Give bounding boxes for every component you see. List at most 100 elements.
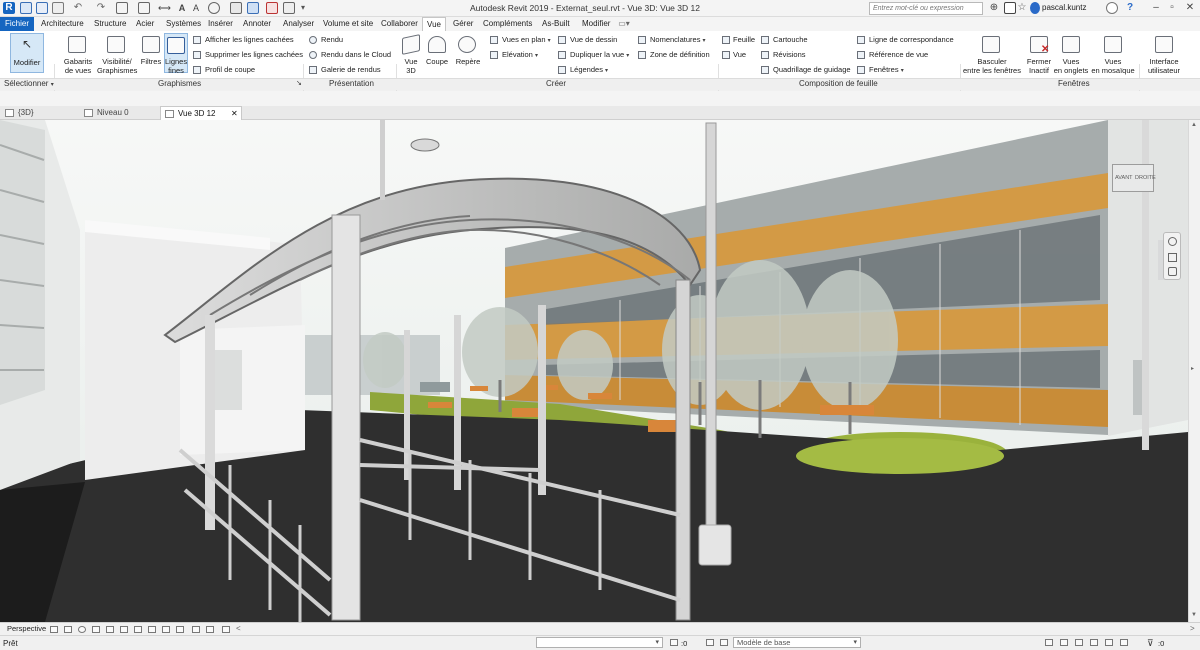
print-icon[interactable] <box>116 2 128 14</box>
rendu[interactable]: Rendu <box>321 35 343 44</box>
plan-views-icon[interactable] <box>490 36 498 44</box>
worksharing-icon[interactable] <box>206 626 214 633</box>
tab-annoter[interactable]: Annoter <box>243 17 271 31</box>
view-tab-vue-3d-12[interactable]: Vue 3D 12 ✕ <box>160 106 242 120</box>
coupe-label[interactable]: Coupe <box>424 57 450 66</box>
vue-3d-label[interactable]: Vue 3D <box>400 57 422 75</box>
render-gallery-icon[interactable] <box>309 66 317 74</box>
editable-icon[interactable] <box>670 639 678 646</box>
view-templates-icon[interactable] <box>68 36 86 53</box>
quadrillage-de-guidage[interactable]: Quadrillage de guidage <box>773 65 851 74</box>
vue[interactable]: Vue <box>733 50 746 59</box>
composition-panel[interactable]: Composition de feuille <box>799 79 878 88</box>
viewcube-front[interactable]: AVANT <box>1115 175 1133 181</box>
design-option-dropdown[interactable]: Modèle de base ▾ <box>733 637 861 648</box>
viewcube-right[interactable]: DROITE <box>1135 175 1156 181</box>
nomenclatures[interactable]: Nomenclatures ▾ <box>650 35 706 46</box>
temporary-hide-icon[interactable] <box>162 626 170 633</box>
fenetres-dropdown[interactable]: Fenêtres ▾ <box>869 65 904 76</box>
active-option-icon[interactable] <box>720 639 728 646</box>
zoom-icon[interactable] <box>1168 253 1177 262</box>
revisions[interactable]: Révisions <box>773 50 806 59</box>
tab-as-built[interactable]: As-Built <box>542 17 570 31</box>
drafting-view-icon[interactable] <box>558 36 566 44</box>
render-dialog-icon[interactable] <box>106 626 114 633</box>
thin-lines-icon[interactable] <box>247 2 259 14</box>
view-reference-icon[interactable] <box>857 51 865 59</box>
tab-gerer[interactable]: Gérer <box>453 17 473 31</box>
section-icon[interactable] <box>230 2 242 14</box>
vertical-scrollbar[interactable]: ▲ ▸ ▼ <box>1188 120 1200 622</box>
basculer-label[interactable]: Basculer entre les fenêtres <box>962 57 1022 75</box>
vues-en-plan[interactable]: Vues en plan ▾ <box>502 35 551 46</box>
view-tab-3d[interactable]: {3D} <box>1 106 65 120</box>
reveal-hidden-icon[interactable] <box>176 626 184 633</box>
3d-viewport[interactable]: AVANT DROITE <box>0 120 1188 622</box>
orbit-icon[interactable] <box>1168 267 1177 276</box>
revisions-icon[interactable] <box>761 51 769 59</box>
remove-hidden-lines-icon[interactable] <box>193 51 201 59</box>
visual-style-icon[interactable] <box>64 626 72 633</box>
maximize-icon[interactable]: ▫ <box>1166 1 1178 15</box>
user-name[interactable]: pascal.kuntz <box>1042 3 1086 12</box>
matchline-icon[interactable] <box>857 36 865 44</box>
view-bar-scroll-left-icon[interactable]: < <box>236 624 241 633</box>
minimize-icon[interactable]: – <box>1150 1 1162 15</box>
binoculars-icon[interactable]: ⊕ <box>988 2 1000 14</box>
vues-en-onglets-label[interactable]: Vues en onglets <box>1052 57 1090 75</box>
tab-systemes[interactable]: Systèmes <box>166 17 201 31</box>
save-icon[interactable] <box>36 2 48 14</box>
drag-elements-icon[interactable] <box>1105 639 1113 646</box>
close-icon[interactable]: ✕ <box>1184 1 1196 15</box>
supprimer-lignes-cachees[interactable]: Supprimer les lignes cachées <box>205 50 303 59</box>
elevation[interactable]: Elévation ▾ <box>502 50 538 61</box>
perspective-label[interactable]: Perspective <box>7 624 46 633</box>
sun-path-icon[interactable] <box>78 626 86 633</box>
tab-inserer[interactable]: Insérer <box>208 17 233 31</box>
galerie-de-rendus[interactable]: Galerie de rendus <box>321 65 381 74</box>
view-bar-scroll-right-icon[interactable]: > <box>1190 624 1195 633</box>
filtres-label[interactable]: Filtres <box>139 57 163 66</box>
presentation-panel[interactable]: Présentation <box>329 79 374 88</box>
visibilite-label[interactable]: Visibilité/Graphismes <box>97 57 137 75</box>
cartouche[interactable]: Cartouche <box>773 35 808 44</box>
search-input[interactable]: Entrez mot-clé ou expression <box>869 2 983 15</box>
3d-scene-render[interactable] <box>0 120 1188 622</box>
select-links-icon[interactable] <box>1045 639 1053 646</box>
tab-fichier[interactable]: Fichier <box>0 17 35 31</box>
cut-profile-icon[interactable] <box>193 66 201 74</box>
favorites-icon[interactable]: ☆ <box>1016 2 1028 14</box>
viewports-icon[interactable] <box>857 66 865 74</box>
tab-modifier[interactable]: Modifier <box>582 17 610 31</box>
workset-dropdown[interactable]: ▾ <box>536 637 663 648</box>
scroll-down-icon[interactable]: ▼ <box>1191 612 1197 618</box>
show-crop-icon[interactable] <box>148 626 156 633</box>
view-tab-niveau-0[interactable]: Niveau 0 <box>80 106 156 120</box>
steering-wheel-icon[interactable] <box>1168 237 1177 246</box>
revit-logo-icon[interactable]: R <box>3 2 15 14</box>
tab-acier[interactable]: Acier <box>136 17 154 31</box>
thin-lines-button[interactable]: Lignes fines <box>164 33 188 75</box>
creer-panel[interactable]: Créer <box>546 79 566 88</box>
crop-view-icon[interactable] <box>134 626 142 633</box>
tab-volume-et-site[interactable]: Volume et site <box>323 17 373 31</box>
tab-architecture[interactable]: Architecture <box>41 17 84 31</box>
customize-qat-icon[interactable]: ▾ <box>301 2 313 14</box>
modifier-button[interactable]: ↖ Modifier <box>10 33 44 73</box>
scope-box-icon[interactable] <box>638 51 646 59</box>
text-icon[interactable]: A <box>190 2 202 14</box>
tile-views-icon[interactable] <box>1104 36 1122 53</box>
3d-view-icon[interactable] <box>402 34 420 55</box>
filter-icon[interactable]: ⊽ <box>1147 638 1154 649</box>
vue-de-dessin[interactable]: Vue de dessin <box>570 35 617 44</box>
graphics-dialog-launcher-icon[interactable]: ↘ <box>296 79 302 87</box>
zone-de-definition[interactable]: Zone de définition <box>650 50 710 59</box>
detail-level-icon[interactable] <box>50 626 58 633</box>
sheet-icon[interactable] <box>722 36 730 44</box>
lock-3d-icon[interactable] <box>120 626 128 633</box>
callout-icon[interactable] <box>458 36 476 53</box>
title-block-icon[interactable] <box>761 36 769 44</box>
render-icon[interactable] <box>309 36 317 44</box>
duplicate-view-icon[interactable] <box>558 51 566 59</box>
shadows-icon[interactable] <box>92 626 100 633</box>
